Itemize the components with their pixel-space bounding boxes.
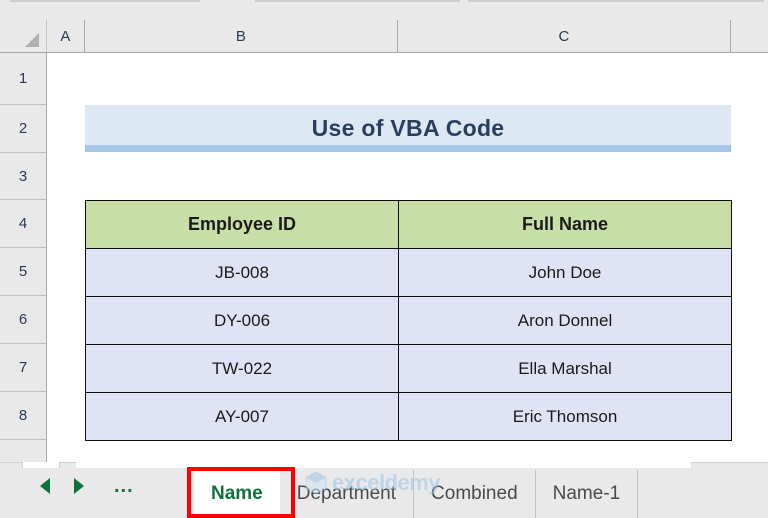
column-header-d[interactable] xyxy=(731,20,768,52)
column-header-a[interactable]: A xyxy=(47,20,85,52)
sheet-tabs: Name Department Combined Name-1 xyxy=(194,470,639,518)
row-header-2[interactable]: 2 xyxy=(0,105,46,153)
select-all-triangle-icon xyxy=(25,33,39,47)
sheet-tab-name-1[interactable]: Name-1 xyxy=(536,470,639,518)
column-header-band: A B C xyxy=(0,20,768,53)
sheet-tab-combined[interactable]: Combined xyxy=(414,470,536,518)
cell-employee-id[interactable]: AY-007 xyxy=(85,392,399,441)
row-header-column: 1 2 3 4 5 6 7 8 xyxy=(0,53,47,462)
column-header-c[interactable]: C xyxy=(398,20,731,52)
sheet-overflow-ellipsis[interactable]: ... xyxy=(114,476,134,496)
cell-employee-id[interactable]: JB-008 xyxy=(85,248,399,297)
table-row[interactable]: TW-022 Ella Marshal xyxy=(85,344,732,393)
row-header-3[interactable]: 3 xyxy=(0,153,46,200)
row-header-8[interactable]: 8 xyxy=(0,392,46,440)
tab-bar-stub-left xyxy=(22,462,60,468)
employee-table[interactable]: Employee ID Full Name JB-008 John Doe DY… xyxy=(85,200,732,441)
sheet-navigation-controls: ... xyxy=(40,476,134,496)
column-header-b[interactable]: B xyxy=(85,20,398,52)
excel-worksheet-screenshot: A B C 1 2 3 4 5 6 7 8 Use of VBA Code Em… xyxy=(0,0,768,518)
table-header-row: Employee ID Full Name xyxy=(85,200,732,249)
chrome-strip-left xyxy=(10,0,200,2)
cell-employee-id[interactable]: TW-022 xyxy=(85,344,399,393)
cell-full-name[interactable]: John Doe xyxy=(398,248,732,297)
sheet-tab-department[interactable]: Department xyxy=(280,470,415,518)
row-header-9[interactable] xyxy=(0,440,46,462)
row-header-7[interactable]: 7 xyxy=(0,344,46,392)
cell-full-name[interactable]: Eric Thomson xyxy=(398,392,732,441)
row-header-1[interactable]: 1 xyxy=(0,53,46,105)
chrome-strip-right xyxy=(468,0,764,2)
sheet-tab-name[interactable]: Name xyxy=(194,470,280,518)
previous-sheet-arrow-icon[interactable] xyxy=(40,478,50,494)
cell-full-name[interactable]: Aron Donnel xyxy=(398,296,732,345)
table-header-full-name[interactable]: Full Name xyxy=(398,200,732,249)
table-row[interactable]: AY-007 Eric Thomson xyxy=(85,392,732,441)
next-sheet-arrow-icon[interactable] xyxy=(74,478,84,494)
cell-employee-id[interactable]: DY-006 xyxy=(85,296,399,345)
row-header-5[interactable]: 5 xyxy=(0,248,46,296)
table-row[interactable]: JB-008 John Doe xyxy=(85,248,732,297)
select-all-button[interactable] xyxy=(0,20,47,52)
row-header-4[interactable]: 4 xyxy=(0,200,46,248)
table-header-employee-id[interactable]: Employee ID xyxy=(85,200,399,249)
chrome-strip-middle xyxy=(255,0,460,2)
row-header-6[interactable]: 6 xyxy=(0,296,46,344)
title-underline xyxy=(85,145,731,152)
page-title: Use of VBA Code xyxy=(311,115,505,141)
tab-bar-stub-right xyxy=(76,462,691,468)
table-row[interactable]: DY-006 Aron Donnel xyxy=(85,296,732,345)
cell-full-name[interactable]: Ella Marshal xyxy=(398,344,732,393)
window-chrome-fill xyxy=(0,0,768,20)
